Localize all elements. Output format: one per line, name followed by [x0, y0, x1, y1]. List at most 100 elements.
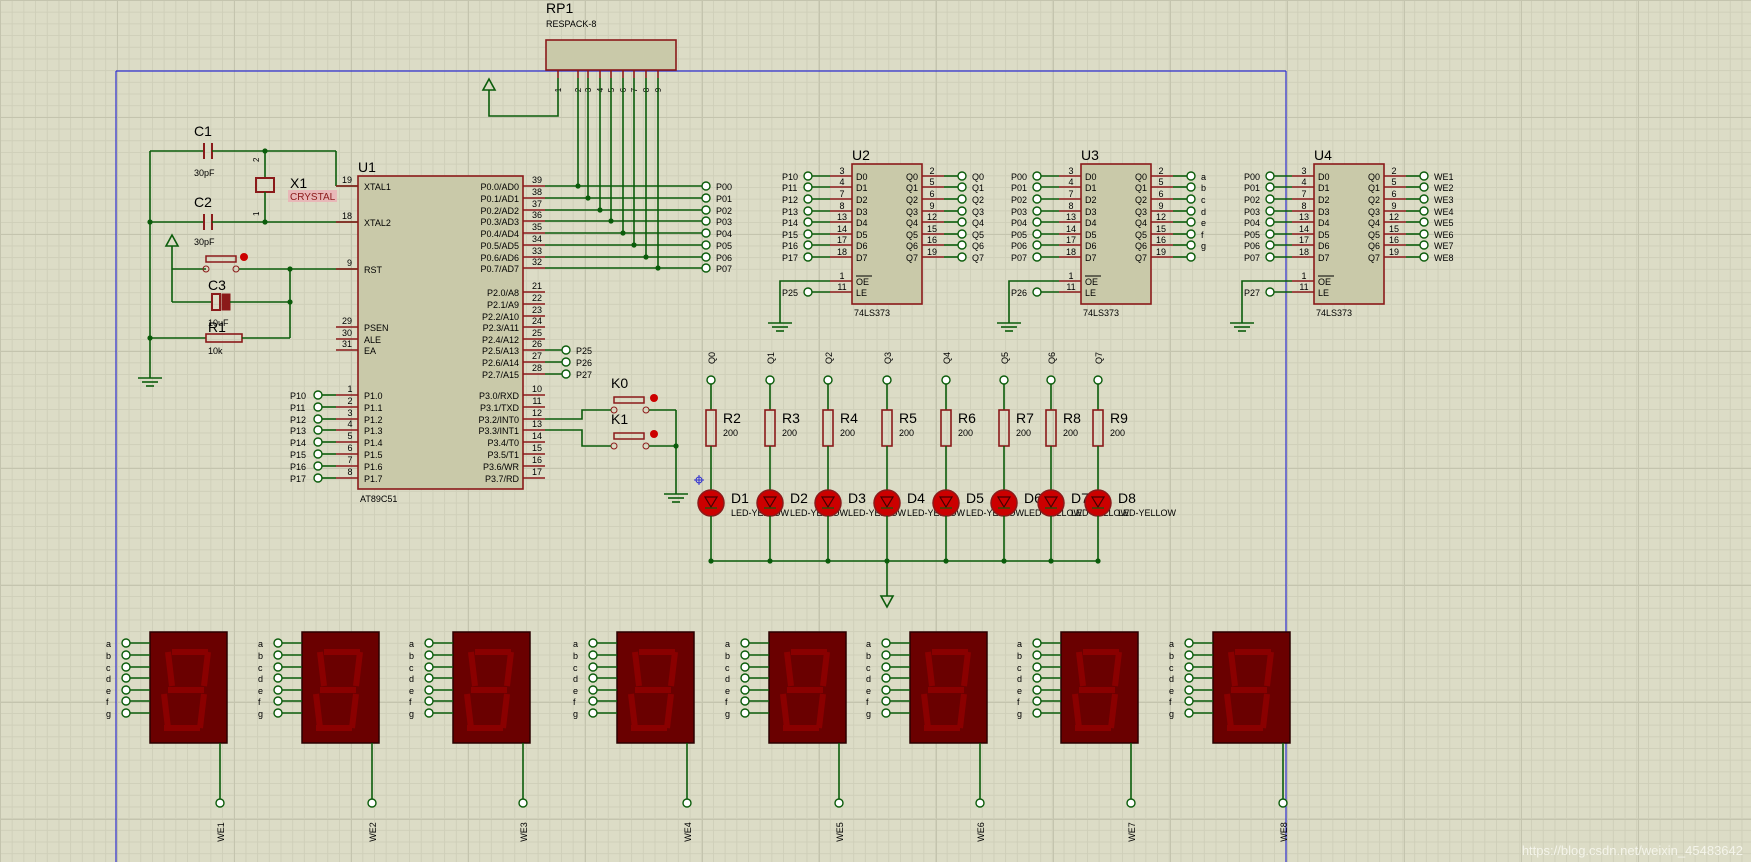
led-net-terminal[interactable]: [1046, 375, 1056, 385]
latch-in-terminal[interactable]: [803, 229, 813, 239]
we-terminal[interactable]: [1126, 798, 1136, 808]
latch-u4[interactable]: U4 74LS373 3 D0 P00 2 Q0 WE1 4 D1 P01 5 Q1 WE2 7 D2 P02 6…: [1230, 147, 1454, 332]
seg-terminal[interactable]: [1184, 673, 1194, 683]
p1-terminal[interactable]: [313, 437, 323, 447]
led-net-terminal[interactable]: [765, 375, 775, 385]
we-terminal[interactable]: [215, 798, 225, 808]
p0-terminal[interactable]: [701, 240, 711, 250]
seg-terminal[interactable]: [121, 685, 131, 695]
we-terminal[interactable]: [518, 798, 528, 808]
latch-out-terminal[interactable]: [1419, 182, 1429, 192]
seven-seg-we3[interactable]: abcdefg WE3: [409, 631, 531, 842]
latch-in-terminal[interactable]: [803, 240, 813, 250]
we-terminal[interactable]: [1278, 798, 1288, 808]
seg-terminal[interactable]: [424, 696, 434, 706]
seg-terminal[interactable]: [273, 638, 283, 648]
seg-terminal[interactable]: [740, 650, 750, 660]
p1-terminal[interactable]: [313, 425, 323, 435]
led-net-terminal[interactable]: [941, 375, 951, 385]
le-terminal[interactable]: [1265, 287, 1275, 297]
seg-terminal[interactable]: [588, 685, 598, 695]
latch-out-terminal[interactable]: [1419, 252, 1429, 262]
latch-out-terminal[interactable]: [1419, 206, 1429, 216]
latch-in-terminal[interactable]: [1032, 194, 1042, 204]
latch-in-terminal[interactable]: [1265, 240, 1275, 250]
seg-terminal[interactable]: [1032, 650, 1042, 660]
seg-terminal[interactable]: [740, 708, 750, 718]
latch-in-terminal[interactable]: [1265, 182, 1275, 192]
seg-terminal[interactable]: [424, 638, 434, 648]
seg-terminal[interactable]: [273, 708, 283, 718]
latch-out-terminal[interactable]: [957, 206, 967, 216]
latch-in-terminal[interactable]: [1032, 252, 1042, 262]
seg-terminal[interactable]: [121, 662, 131, 672]
we-terminal[interactable]: [682, 798, 692, 808]
seg-terminal[interactable]: [424, 708, 434, 718]
seg-terminal[interactable]: [1184, 638, 1194, 648]
seg-terminal[interactable]: [881, 708, 891, 718]
seg-terminal[interactable]: [121, 708, 131, 718]
latch-in-terminal[interactable]: [1265, 252, 1275, 262]
p0-terminal[interactable]: [701, 193, 711, 203]
latch-in-terminal[interactable]: [1265, 206, 1275, 216]
p0-terminal[interactable]: [701, 205, 711, 215]
latch-out-terminal[interactable]: [1419, 217, 1429, 227]
latch-in-terminal[interactable]: [1032, 182, 1042, 192]
seg-terminal[interactable]: [881, 696, 891, 706]
seg-terminal[interactable]: [1032, 696, 1042, 706]
latch-out-terminal[interactable]: [957, 229, 967, 239]
latch-in-terminal[interactable]: [1032, 171, 1042, 181]
seg-terminal[interactable]: [881, 673, 891, 683]
seg-terminal[interactable]: [881, 650, 891, 660]
seg-terminal[interactable]: [121, 696, 131, 706]
latch-out-terminal[interactable]: [1419, 229, 1429, 239]
mcu-u1[interactable]: U1AT89C5119XTAL118XTAL29RST29PSEN30ALE31…: [290, 159, 732, 504]
seg-terminal[interactable]: [588, 638, 598, 648]
latch-out-terminal[interactable]: [957, 171, 967, 181]
p2-terminal[interactable]: [561, 357, 571, 367]
latch-out-terminal[interactable]: [957, 252, 967, 262]
latch-in-terminal[interactable]: [1032, 240, 1042, 250]
p1-terminal[interactable]: [313, 390, 323, 400]
seg-terminal[interactable]: [424, 673, 434, 683]
p0-terminal[interactable]: [701, 216, 711, 226]
latch-in-terminal[interactable]: [803, 206, 813, 216]
latch-out-terminal[interactable]: [957, 217, 967, 227]
latch-in-terminal[interactable]: [1265, 194, 1275, 204]
we-terminal[interactable]: [367, 798, 377, 808]
seven-seg-we8[interactable]: abcdefg WE8: [1169, 631, 1291, 842]
seven-seg-we2[interactable]: abcdefg WE2: [258, 631, 380, 842]
p1-terminal[interactable]: [313, 461, 323, 471]
p1-terminal[interactable]: [313, 414, 323, 424]
seg-terminal[interactable]: [1032, 638, 1042, 648]
p1-terminal[interactable]: [313, 473, 323, 483]
p0-terminal[interactable]: [701, 181, 711, 191]
we-terminal[interactable]: [975, 798, 985, 808]
p0-terminal[interactable]: [701, 228, 711, 238]
seg-terminal[interactable]: [1184, 696, 1194, 706]
latch-u2[interactable]: U2 74LS373 3 D0 P10 2 Q0 Q0 4 D1 P11 5 Q1 Q1 7 D2 P12 6 Q2…: [768, 147, 984, 332]
seg-terminal[interactable]: [588, 708, 598, 718]
latch-in-terminal[interactable]: [1265, 217, 1275, 227]
latch-out-terminal[interactable]: [1419, 240, 1429, 250]
seg-terminal[interactable]: [1184, 662, 1194, 672]
we-terminal[interactable]: [834, 798, 844, 808]
seg-terminal[interactable]: [273, 662, 283, 672]
seg-terminal[interactable]: [588, 662, 598, 672]
seven-seg-we4[interactable]: abcdefg WE4: [573, 631, 695, 842]
seg-terminal[interactable]: [740, 638, 750, 648]
seg-terminal[interactable]: [121, 650, 131, 660]
seg-terminal[interactable]: [740, 685, 750, 695]
seg-terminal[interactable]: [424, 650, 434, 660]
le-terminal[interactable]: [803, 287, 813, 297]
latch-in-terminal[interactable]: [1265, 171, 1275, 181]
seg-terminal[interactable]: [881, 662, 891, 672]
led-net-terminal[interactable]: [1093, 375, 1103, 385]
latch-u3[interactable]: U3 74LS373 3 D0 P00 2 Q0 a 4 D1 P01 5 Q1 b 7 D2 P02 6 Q2 c 8…: [997, 147, 1206, 332]
seg-terminal[interactable]: [273, 696, 283, 706]
latch-out-terminal[interactable]: [957, 182, 967, 192]
seg-terminal[interactable]: [273, 685, 283, 695]
latch-in-terminal[interactable]: [1032, 229, 1042, 239]
seven-seg-we1[interactable]: abcdefg WE1: [106, 631, 228, 842]
seg-terminal[interactable]: [740, 696, 750, 706]
